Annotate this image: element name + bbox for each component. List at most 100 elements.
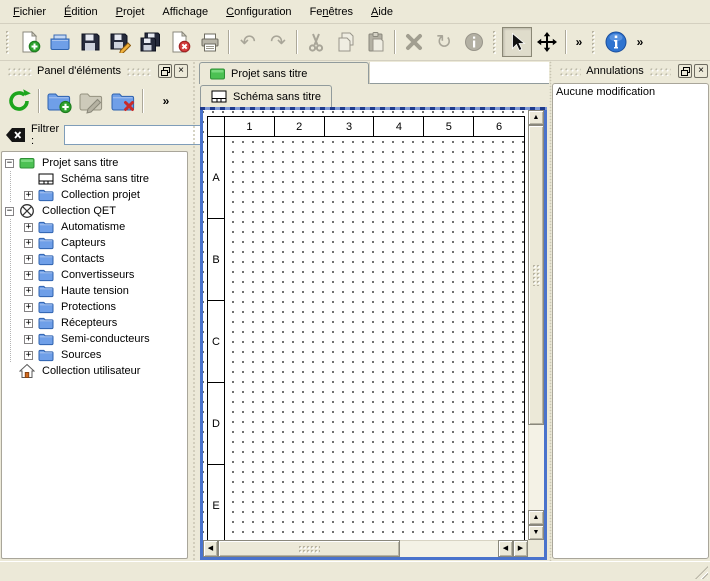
expand-expander[interactable]: + [24,191,33,200]
scroll-left-button-2[interactable]: ◀ [498,540,513,557]
collapse-expander[interactable]: − [5,207,14,216]
rotate-button[interactable]: ↻ [429,27,459,57]
menu-configuration[interactable]: Configuration [217,3,300,21]
scroll-right-button[interactable]: ▶ [513,540,528,557]
select-tool-button[interactable] [502,27,532,57]
element-info-button[interactable] [459,27,489,57]
menu-fichier[interactable]: Fichier [4,3,55,21]
toolbar-separator [296,30,298,54]
close-icon: × [698,66,704,76]
tree-item-convertisseurs[interactable]: + Convertisseurs [2,267,187,283]
toolbar-grip[interactable] [5,30,12,54]
close-document-button[interactable] [165,27,195,57]
toolbar-overflow-button[interactable]: » [570,27,588,57]
expand-expander[interactable]: + [24,271,33,280]
row-header-column: A B C D E [208,137,225,540]
open-document-button[interactable] [45,27,75,57]
schema-icon [211,90,227,103]
elements-panel-titlebar[interactable]: Panel d'éléments × [0,61,190,81]
undo-button[interactable]: ↶ [233,27,263,57]
menu-fenetres[interactable]: Fenêtres [301,3,362,21]
schema-view: 1 2 3 4 5 6 A B C D E [200,107,547,560]
tree-item-contacts[interactable]: + Contacts [2,251,187,267]
reload-collections-button[interactable] [3,85,35,117]
edit-category-button[interactable] [75,85,107,117]
undo-list-item[interactable]: Aucune modification [556,86,705,98]
tree-item-semi-conducteurs[interactable]: + Semi-conducteurs [2,331,187,347]
delete-category-button[interactable] [107,85,139,117]
tab-projet-sans-titre[interactable]: Projet sans titre [199,62,369,84]
redo-button[interactable]: ↷ [263,27,293,57]
menu-affichage[interactable]: Affichage [153,3,217,21]
move-tool-button[interactable] [532,27,562,57]
clear-filter-button[interactable] [5,127,26,143]
tree-item-protections[interactable]: + Protections [2,299,187,315]
up-arrow-icon: ▲ [533,114,540,121]
panel-overflow-button[interactable]: » [157,86,175,116]
menu-edition[interactable]: Édition [55,3,107,21]
save-all-button[interactable] [135,27,165,57]
tree-item-projet[interactable]: − Projet sans titre [2,155,187,171]
dock-grip-texture [126,67,151,76]
scroll-left-button[interactable]: ◀ [203,540,218,557]
horizontal-scroll-thumb[interactable] [218,540,400,557]
float-icon [681,67,690,76]
qet-logo-icon [19,203,35,219]
dock-float-button[interactable] [158,64,172,78]
toolbar-overflow-button[interactable]: » [631,27,649,57]
undo-history-list[interactable]: Aucune modification [552,83,709,559]
expand-expander[interactable]: + [24,287,33,296]
refresh-icon [6,88,32,114]
new-document-button[interactable] [15,27,45,57]
expand-expander[interactable]: + [24,239,33,248]
menu-aide[interactable]: Aide [362,3,402,21]
copy-button[interactable] [331,27,361,57]
dock-close-button[interactable]: × [694,64,708,78]
cut-button[interactable] [301,27,331,57]
folder-icon [38,235,54,251]
delete-folder-icon [110,88,136,114]
delete-button[interactable] [399,27,429,57]
horizontal-scroll-track[interactable] [218,540,498,557]
schema-canvas[interactable]: 1 2 3 4 5 6 A B C D E [203,110,528,540]
save-icon [79,31,101,53]
left-splitter[interactable] [190,61,197,561]
dock-close-button[interactable]: × [174,64,188,78]
new-category-button[interactable] [43,85,75,117]
tree-item-capteurs[interactable]: + Capteurs [2,235,187,251]
expand-expander[interactable]: + [24,351,33,360]
folder-icon [38,347,54,363]
window-resize-grip[interactable] [695,566,708,579]
tree-item-automatisme[interactable]: + Automatisme [2,219,187,235]
menu-projet[interactable]: Projet [107,3,154,21]
tree-item-collection-projet[interactable]: + Collection projet [2,187,187,203]
expand-expander[interactable]: + [24,255,33,264]
tree-item-schema[interactable]: Schéma sans titre [2,171,187,187]
toolbar-grip[interactable] [591,30,598,54]
vertical-scroll-thumb[interactable] [528,125,544,425]
dock-float-button[interactable] [678,64,692,78]
expand-expander[interactable]: + [24,319,33,328]
save-button[interactable] [75,27,105,57]
expand-expander[interactable]: + [24,335,33,344]
edit-folder-icon [78,88,104,114]
toolbar-grip[interactable] [492,30,499,54]
scroll-up-button-2[interactable]: ▲ [528,510,544,525]
tree-item-haute-tension[interactable]: + Haute tension [2,283,187,299]
collapse-expander[interactable]: − [5,159,14,168]
expand-expander[interactable]: + [24,223,33,232]
about-info-button[interactable] [601,27,631,57]
tab-schema-sans-titre[interactable]: Schéma sans titre [200,85,332,107]
tree-item-sources[interactable]: + Sources [2,347,187,363]
tree-item-collection-qet[interactable]: − Collection QET [2,203,187,219]
print-button[interactable] [195,27,225,57]
paste-button[interactable] [361,27,391,57]
scroll-down-button[interactable]: ▼ [528,525,544,540]
tree-item-collection-utilisateur[interactable]: Collection utilisateur [2,363,187,379]
vertical-scroll-track[interactable] [528,125,544,510]
expand-expander[interactable]: + [24,303,33,312]
save-as-button[interactable] [105,27,135,57]
undo-panel-titlebar[interactable]: Annulations × [552,61,710,81]
tree-item-recepteurs[interactable]: + Récepteurs [2,315,187,331]
scroll-up-button[interactable]: ▲ [528,110,544,125]
